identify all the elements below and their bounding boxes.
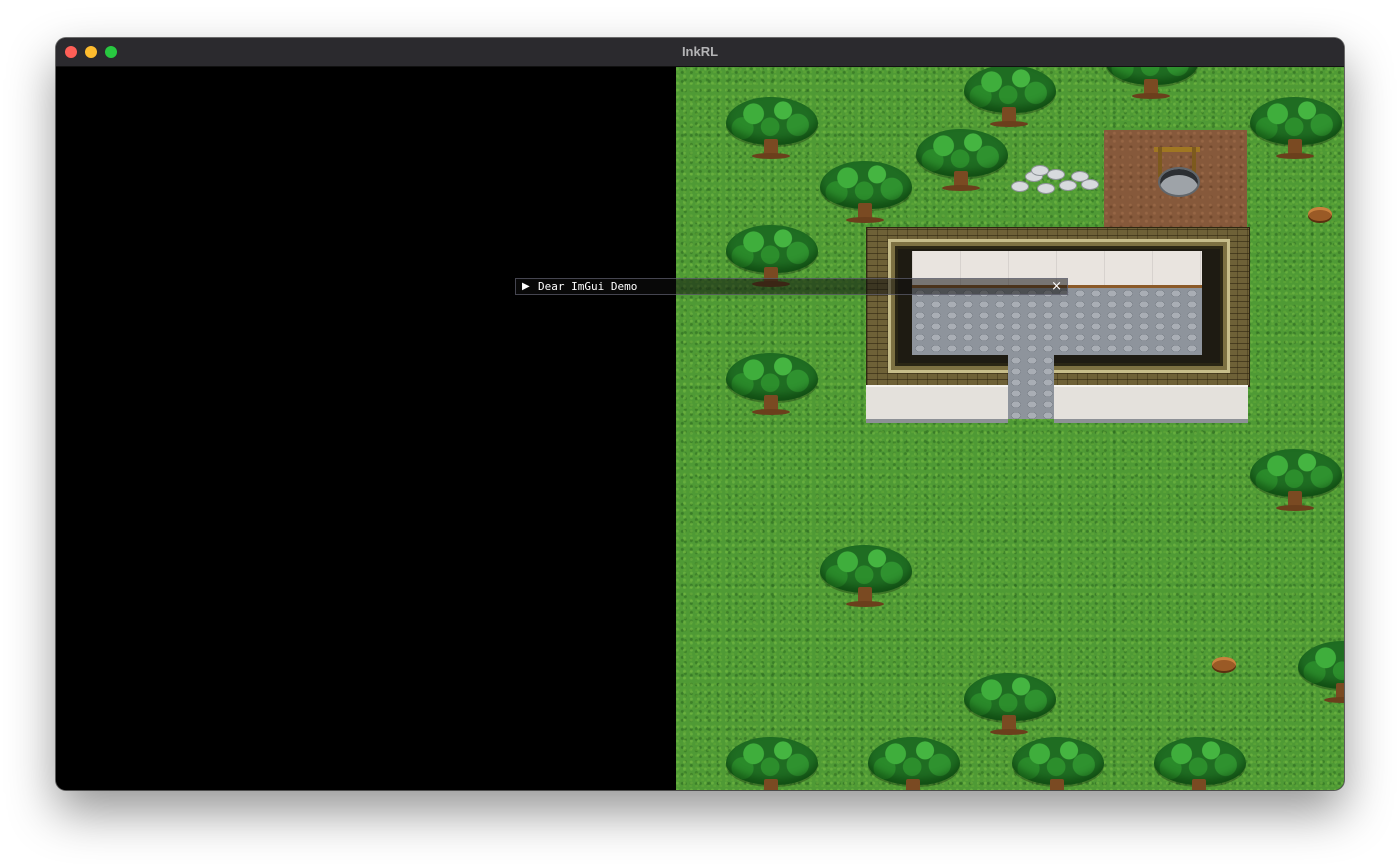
tree (818, 161, 914, 225)
close-icon[interactable]: × (1051, 279, 1062, 294)
tree (818, 545, 914, 609)
tree (1152, 737, 1248, 790)
tree (1248, 97, 1344, 161)
tree (724, 737, 820, 790)
stone-building (866, 227, 1250, 423)
game-map[interactable] (676, 67, 1344, 790)
rock-pile (1009, 165, 1101, 195)
well (1154, 147, 1200, 197)
tree (962, 673, 1058, 737)
tree (866, 737, 962, 790)
window-title: InkRL (681, 44, 719, 59)
imgui-window-title: Dear ImGui Demo (538, 280, 638, 293)
tree (1104, 67, 1200, 101)
title-bar[interactable]: InkRL (56, 38, 1344, 67)
app-window: InkRL ▶ Dear ImGui Demo × (56, 38, 1344, 790)
tree-stump (1308, 207, 1332, 221)
tree-stump (1212, 657, 1236, 671)
tree (914, 129, 1010, 193)
tree (1010, 737, 1106, 790)
tree (724, 353, 820, 417)
tree (724, 97, 820, 161)
game-viewport[interactable]: ▶ Dear ImGui Demo × (56, 67, 1344, 790)
tree (962, 67, 1058, 129)
imgui-demo-window[interactable]: ▶ Dear ImGui Demo × (515, 278, 1068, 295)
tree (1296, 641, 1344, 705)
tree (1248, 449, 1344, 513)
collapse-arrow-icon[interactable]: ▶ (522, 281, 530, 293)
